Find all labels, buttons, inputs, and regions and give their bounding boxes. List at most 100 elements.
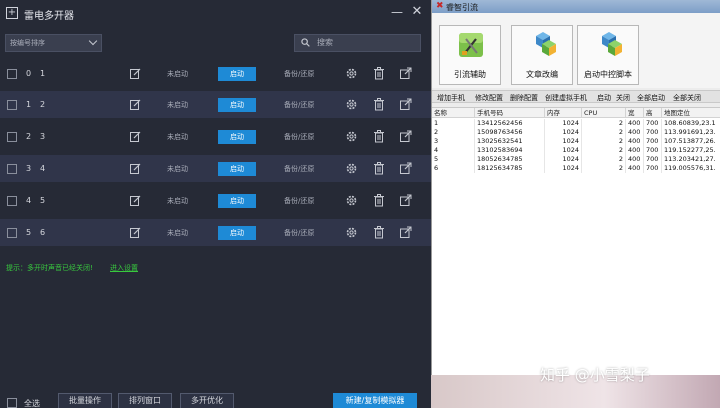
article-rewrite-button[interactable]: 文章改编 [511, 25, 573, 85]
share-icon[interactable] [400, 194, 412, 206]
trash-icon[interactable] [373, 226, 385, 239]
table-cell: 18125634785 [475, 164, 545, 173]
row-checkbox[interactable] [7, 228, 17, 238]
table-row[interactable]: 2 15098763456 1024 2 400 700 113.991691,23. [432, 128, 720, 137]
emulator-row[interactable]: 0 1 未启动 启动 备份/还原 [0, 60, 431, 87]
trash-icon[interactable] [373, 98, 385, 111]
batch-operation-button[interactable]: 批量操作 [58, 393, 112, 408]
trash-icon[interactable] [373, 162, 385, 175]
table-row[interactable]: 1 13412562456 1024 2 400 700 108.60839,23.1 [432, 119, 720, 128]
edit-icon[interactable] [130, 131, 141, 142]
select-all-checkbox[interactable] [7, 398, 17, 408]
search-placeholder: 搜索 [317, 38, 333, 47]
gear-icon[interactable] [345, 98, 358, 111]
column-header[interactable]: 名称 [432, 108, 475, 118]
start-button[interactable]: 启动 [218, 98, 256, 112]
row-checkbox[interactable] [7, 100, 17, 110]
backup-restore-link[interactable]: 备份/还原 [284, 228, 314, 238]
backup-restore-link[interactable]: 备份/还原 [284, 196, 314, 206]
start-button[interactable]: 启动 [218, 67, 256, 81]
settings-link[interactable]: 进入设置 [110, 263, 138, 273]
row-status: 未启动 [167, 165, 188, 173]
table-cell: 1024 [545, 128, 582, 137]
create-emulator-button[interactable]: 新建/复制模拟器 [333, 393, 417, 408]
gear-icon[interactable] [345, 130, 358, 143]
bottom-toolbar: 全选 批量操作 排列窗口 多开优化 新建/复制模拟器 [0, 392, 431, 408]
emulator-row[interactable]: 2 3 未启动 启动 备份/还原 [0, 123, 431, 150]
backup-restore-link[interactable]: 备份/还原 [284, 132, 314, 142]
edit-icon[interactable] [130, 99, 141, 110]
trash-icon[interactable] [373, 130, 385, 143]
table-row[interactable]: 3 13025632541 1024 2 400 700 107.513877,26. [432, 137, 720, 146]
table-cell: 107.513877,26. [662, 137, 720, 146]
row-status: 未启动 [167, 70, 188, 78]
column-header[interactable]: 宽 [626, 108, 644, 118]
arrange-windows-button[interactable]: 排列窗口 [118, 393, 172, 408]
minimize-button[interactable]: — [390, 5, 404, 19]
search-input[interactable]: 搜索 [294, 34, 421, 52]
emulator-row[interactable]: 5 6 未启动 启动 备份/还原 [0, 219, 431, 246]
emulator-row[interactable]: 1 2 未启动 启动 备份/还原 [0, 91, 431, 118]
share-icon[interactable] [400, 162, 412, 174]
backup-restore-link[interactable]: 备份/还原 [284, 164, 314, 174]
start-button[interactable]: 启动 [218, 130, 256, 144]
menu-item[interactable]: 全部关闭 [673, 93, 701, 103]
backup-restore-link[interactable]: 备份/还原 [284, 69, 314, 79]
table-row[interactable]: 4 13102583694 1024 2 400 700 119.152277,25. [432, 146, 720, 155]
column-header[interactable]: 地图定位 [662, 108, 720, 118]
table-cell: 400 [626, 164, 644, 173]
trash-icon[interactable] [373, 67, 385, 80]
edit-icon[interactable] [130, 195, 141, 206]
start-script-button[interactable]: 启动中控脚本 [577, 25, 639, 85]
app-logo-icon: + [6, 7, 18, 19]
multi-open-optimize-button[interactable]: 多开优化 [180, 393, 234, 408]
row-status: 未启动 [167, 101, 188, 109]
table-cell: 1024 [545, 164, 582, 173]
start-button[interactable]: 启动 [218, 162, 256, 176]
gear-icon[interactable] [345, 194, 358, 207]
menu-item[interactable]: 删除配置 [510, 93, 538, 103]
menu-item[interactable]: 修改配置 [475, 93, 503, 103]
table-cell: 400 [626, 119, 644, 128]
menu-item[interactable]: 创建虚拟手机 [545, 93, 587, 103]
cubes-icon [602, 32, 622, 56]
emulator-row[interactable]: 3 4 未启动 启动 备份/还原 [0, 155, 431, 182]
row-checkbox[interactable] [7, 132, 17, 142]
menu-item[interactable]: 增加手机 [437, 93, 465, 103]
column-header[interactable]: 内存 [545, 108, 582, 118]
gear-icon[interactable] [345, 162, 358, 175]
table-cell: 13412562456 [475, 119, 545, 128]
backup-restore-link[interactable]: 备份/还原 [284, 100, 314, 110]
edit-icon[interactable] [130, 227, 141, 238]
row-checkbox[interactable] [7, 164, 17, 174]
gear-icon[interactable] [345, 226, 358, 239]
table-row[interactable]: 5 18052634785 1024 2 400 700 113.203421,27. [432, 155, 720, 164]
edit-icon[interactable] [130, 68, 141, 79]
table-cell: 400 [626, 155, 644, 164]
table-row[interactable]: 6 18125634785 1024 2 400 700 119.005576,31. [432, 164, 720, 173]
traffic-assist-button[interactable]: 引流辅助 [439, 25, 501, 85]
column-header[interactable]: 手机号码 [475, 108, 545, 118]
close-button[interactable]: ✕ [410, 5, 424, 19]
column-header[interactable]: 高 [644, 108, 662, 118]
row-index: 5 [26, 228, 32, 237]
sort-dropdown[interactable]: 按编号排序 [5, 34, 102, 52]
share-icon[interactable] [400, 226, 412, 238]
column-header[interactable]: CPU [582, 108, 626, 118]
menu-item[interactable]: 启动 [597, 93, 611, 103]
start-button[interactable]: 启动 [218, 226, 256, 240]
emulator-row[interactable]: 4 5 未启动 启动 备份/还原 [0, 187, 431, 214]
share-icon[interactable] [400, 67, 412, 79]
row-checkbox[interactable] [7, 196, 17, 206]
row-checkbox[interactable] [7, 69, 17, 79]
table-cell: 2 [432, 128, 475, 137]
start-button[interactable]: 启动 [218, 194, 256, 208]
menu-item[interactable]: 全部启动 [637, 93, 665, 103]
edit-icon[interactable] [130, 163, 141, 174]
gear-icon[interactable] [345, 67, 358, 80]
share-icon[interactable] [400, 98, 412, 110]
menu-item[interactable]: 关闭 [616, 93, 630, 103]
trash-icon[interactable] [373, 194, 385, 207]
table-cell: 700 [644, 119, 662, 128]
share-icon[interactable] [400, 130, 412, 142]
